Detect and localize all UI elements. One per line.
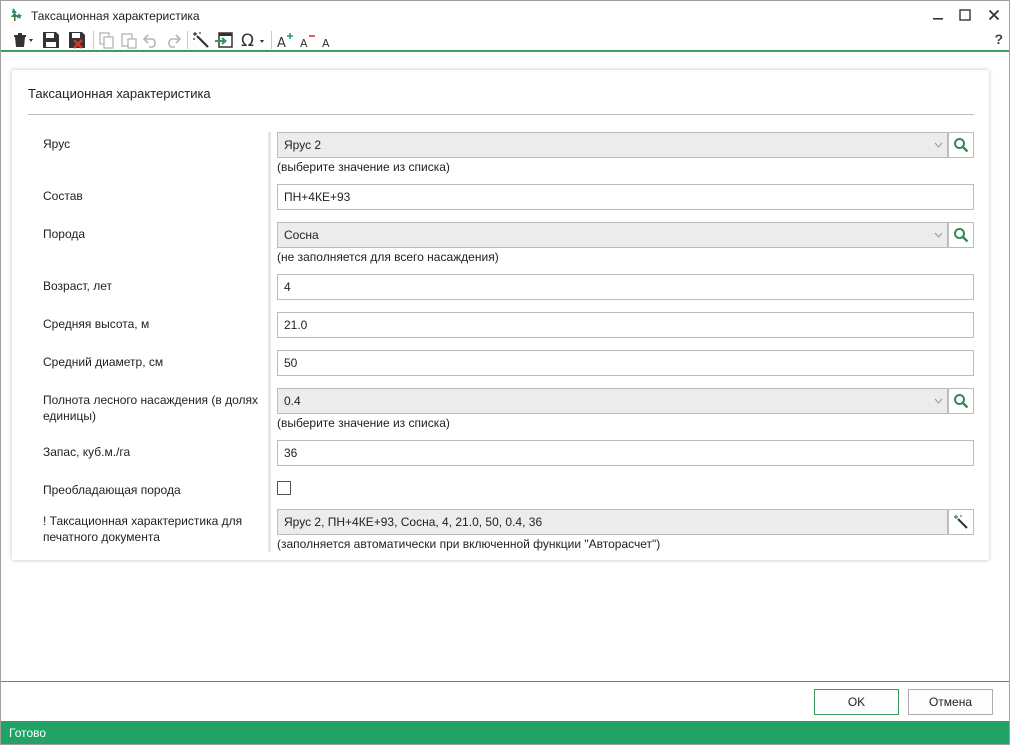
composition-value: ПН+4КЕ+93 — [284, 190, 351, 204]
composition-label: Состав — [43, 189, 83, 203]
stock-input[interactable]: 36 — [277, 440, 974, 466]
diameter-label: Средний диаметр, см — [43, 355, 164, 369]
height-value: 21.0 — [284, 318, 308, 332]
undo-icon[interactable] — [141, 30, 161, 50]
toolbar-separator — [187, 31, 188, 49]
maximize-icon[interactable] — [954, 5, 976, 25]
chevron-down-icon — [934, 142, 943, 148]
save-close-icon[interactable] — [67, 30, 87, 50]
print-text-value: Ярус 2, ПН+4КЕ+93, Сосна, 4, 21.0, 50, 0… — [284, 515, 543, 529]
toolbar-separator — [271, 31, 272, 49]
chevron-down-icon — [934, 398, 943, 404]
font-decrease-icon[interactable]: A — [297, 30, 317, 50]
delete-icon[interactable] — [11, 30, 37, 50]
tier-hint: (выберите значение из списка) — [277, 160, 450, 174]
diameter-value: 50 — [284, 356, 298, 370]
search-icon — [954, 394, 969, 409]
species-hint: (не заполняется для всего насаждения) — [277, 250, 499, 264]
density-value: 0.4 — [284, 394, 301, 408]
density-select[interactable]: 0.4 — [277, 388, 948, 414]
copy-icon[interactable] — [97, 30, 117, 50]
help-icon[interactable]: ? — [994, 31, 1003, 47]
density-label: Полнота лесного насаждения (в долях един… — [43, 393, 258, 423]
species-label: Порода — [43, 227, 86, 241]
print-text-field[interactable]: Ярус 2, ПН+4КЕ+93, Сосна, 4, 21.0, 50, 0… — [277, 509, 948, 535]
search-icon — [954, 228, 969, 243]
stock-value: 36 — [284, 446, 298, 460]
toolbar: Ω A A A ? — [1, 29, 1009, 52]
window-title: Таксационная характеристика — [31, 9, 200, 23]
stock-label: Запас, куб.м./га — [43, 445, 131, 459]
tier-select[interactable]: Ярус 2 — [277, 132, 948, 158]
divider — [28, 114, 974, 115]
font-reset-icon[interactable]: A — [319, 30, 337, 50]
svg-text:A: A — [300, 37, 308, 49]
omega-icon[interactable]: Ω — [239, 30, 267, 50]
title-bar: Таксационная характеристика — [1, 1, 1009, 29]
toolbar-separator — [93, 31, 94, 49]
footer-divider — [1, 681, 1009, 682]
species-select[interactable]: Сосна — [277, 222, 948, 248]
import-icon[interactable] — [213, 30, 235, 50]
print-text-hint: (заполняется автоматически при включенно… — [277, 537, 661, 551]
magic-wand-icon — [954, 515, 968, 529]
svg-text:A: A — [322, 37, 330, 49]
form-panel: Таксационная характеристика Ярус Ярус 2 … — [12, 70, 989, 560]
redo-icon[interactable] — [163, 30, 183, 50]
font-increase-icon[interactable]: A — [275, 30, 295, 50]
minimize-icon[interactable] — [927, 5, 949, 25]
label-gutter — [268, 132, 271, 552]
panel-title: Таксационная характеристика — [28, 86, 211, 101]
search-icon — [954, 138, 969, 153]
age-label: Возраст, лет — [43, 279, 112, 293]
species-value: Сосна — [284, 228, 319, 242]
paste-icon[interactable] — [119, 30, 139, 50]
tier-value: Ярус 2 — [284, 138, 322, 152]
density-search-button[interactable] — [948, 388, 974, 414]
age-input[interactable]: 4 — [277, 274, 974, 300]
autocalc-button[interactable] — [948, 509, 974, 535]
status-bar: Готово — [1, 721, 1009, 744]
height-label: Средняя высота, м — [43, 317, 150, 331]
height-input[interactable]: 21.0 — [277, 312, 974, 338]
species-search-button[interactable] — [948, 222, 974, 248]
dialog-window: Таксационная характеристика Ω A A A ? Та… — [0, 0, 1010, 745]
status-text: Готово — [9, 725, 47, 740]
cancel-button[interactable]: Отмена — [908, 689, 993, 715]
save-icon[interactable] — [41, 30, 61, 50]
age-value: 4 — [284, 280, 291, 294]
density-hint: (выберите значение из списка) — [277, 416, 450, 430]
dominant-checkbox[interactable] — [277, 481, 291, 495]
svg-text:A: A — [277, 36, 286, 49]
diameter-input[interactable]: 50 — [277, 350, 974, 376]
close-icon[interactable] — [983, 5, 1005, 25]
tree-icon — [8, 7, 24, 23]
ok-button[interactable]: OK — [814, 689, 899, 715]
print-text-label: ! Таксационная характеристика для печатн… — [43, 514, 243, 544]
composition-input[interactable]: ПН+4КЕ+93 — [277, 184, 974, 210]
tier-label: Ярус — [43, 137, 71, 151]
svg-text:Ω: Ω — [241, 31, 254, 49]
magic-wand-icon[interactable] — [191, 30, 211, 50]
chevron-down-icon — [934, 232, 943, 238]
tier-search-button[interactable] — [948, 132, 974, 158]
dominant-label: Преобладающая порода — [43, 483, 181, 497]
